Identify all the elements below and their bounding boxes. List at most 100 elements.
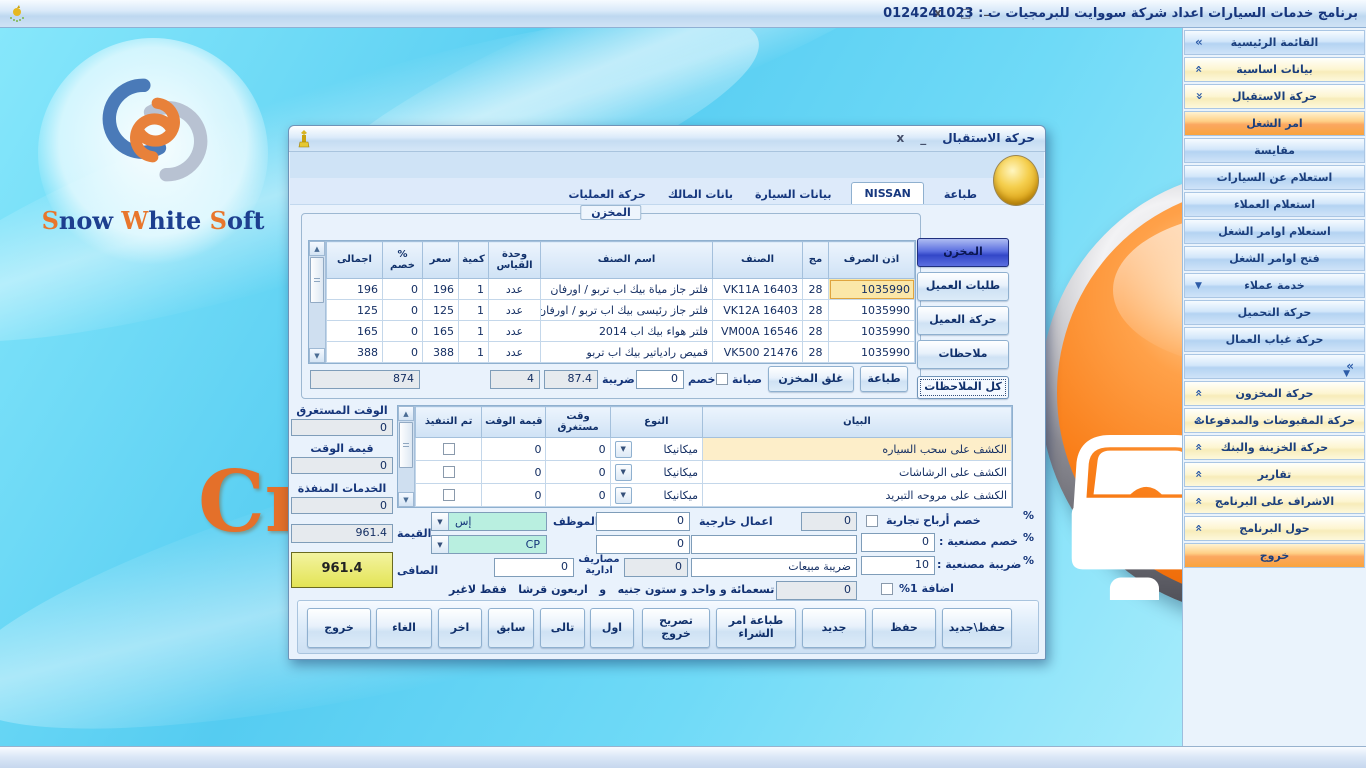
col-store-code[interactable]: مج xyxy=(803,242,829,279)
done-checkbox[interactable] xyxy=(443,466,455,478)
store-view-button[interactable]: المخزن xyxy=(917,238,1009,267)
cell[interactable]: VK12A 16403 xyxy=(713,300,803,321)
sidebar-item-estimate[interactable]: مقايسة xyxy=(1184,138,1365,163)
done-checkbox[interactable] xyxy=(443,489,455,501)
store-row[interactable]: 1035990 28 VK11A 16403 فلتر جاز مياة بيك… xyxy=(327,279,915,300)
cell[interactable]: عدد xyxy=(489,300,541,321)
store-row[interactable]: 1035990 28 VM00A 16546 فلتر هواء بيك اب … xyxy=(327,321,915,342)
dropdown-arrow-icon[interactable]: ▼ xyxy=(432,536,449,553)
store-row[interactable]: 1035990 28 VK500 21476 قميص رادياتير بيك… xyxy=(327,342,915,363)
cell[interactable]: 196 xyxy=(327,279,383,300)
manufacturing-tax-input[interactable]: 10 xyxy=(861,556,935,575)
cell[interactable]: 28 xyxy=(803,342,829,363)
notes-button[interactable]: ملاحظات xyxy=(917,340,1009,369)
col-done[interactable]: تم التنفيذ xyxy=(416,407,482,438)
dropdown-arrow-icon[interactable]: ▼ xyxy=(615,464,632,481)
cell[interactable]: 165 xyxy=(423,321,459,342)
sidebar-item-about-program[interactable]: » حول البرنامج xyxy=(1184,516,1365,541)
dropdown-arrow-icon[interactable]: ▼ xyxy=(615,441,632,458)
dialog-minimize-button[interactable]: _ xyxy=(920,131,926,145)
cell[interactable]: عدد xyxy=(489,342,541,363)
cell[interactable]: 1035990 xyxy=(829,300,915,321)
cell[interactable]: VM00A 16546 xyxy=(713,321,803,342)
cell[interactable]: 388 xyxy=(423,342,459,363)
customer-requests-button[interactable]: طلبات العميل xyxy=(917,272,1009,301)
tab-owner-data[interactable]: بانات المالك xyxy=(666,185,735,204)
gold-circle-button[interactable] xyxy=(993,155,1039,206)
cell[interactable]: 1035990 xyxy=(829,321,915,342)
dialog-close-button[interactable]: x xyxy=(897,131,905,145)
sidebar-item-customer-service[interactable]: ▼ خدمة عملاء xyxy=(1184,273,1365,298)
tab-operations[interactable]: حركة العمليات xyxy=(567,185,648,204)
scroll-thumb[interactable] xyxy=(310,257,324,303)
col-type[interactable]: النوع xyxy=(610,407,702,438)
all-notes-button[interactable]: كل الملاحظات xyxy=(917,376,1009,399)
cell[interactable]: 1 xyxy=(459,279,489,300)
cell[interactable]: 0 xyxy=(482,484,546,507)
cell[interactable]: 0 xyxy=(383,321,423,342)
col-permit[interactable]: اذن الصرف xyxy=(829,242,915,279)
dropdown-arrow-icon[interactable]: ▼ xyxy=(615,487,632,504)
cell[interactable]: 1 xyxy=(459,300,489,321)
sidebar-item-program-supervision[interactable]: » الاشراف على البرنامج xyxy=(1184,489,1365,514)
col-time-value[interactable]: قيمة الوقت xyxy=(482,407,546,438)
operation-row[interactable]: الكشف على سحب السياره ميكانيكا▼ 0 0 xyxy=(416,438,1012,461)
col-qty[interactable]: كمية xyxy=(459,242,489,279)
cell[interactable]: 0 xyxy=(546,461,610,484)
cell[interactable]: 125 xyxy=(423,300,459,321)
type-value[interactable]: ميكانيكا xyxy=(664,489,698,502)
dropdown-arrow-icon[interactable]: ▼ xyxy=(432,513,449,530)
scroll-thumb[interactable] xyxy=(399,422,413,468)
type-value[interactable]: ميكانيكا xyxy=(664,443,698,456)
store-grid-scrollbar[interactable]: ▲ ▼ xyxy=(309,241,326,363)
cell[interactable]: 1035990 xyxy=(829,279,915,300)
new-button[interactable]: جديد xyxy=(802,608,866,648)
cell[interactable]: 0 xyxy=(383,279,423,300)
col-item-name[interactable]: اسم الصنف xyxy=(541,242,713,279)
cell[interactable]: 0 xyxy=(482,461,546,484)
cell[interactable]: 196 xyxy=(423,279,459,300)
external-works-input[interactable]: 0 xyxy=(596,512,690,531)
cell[interactable]: 28 xyxy=(803,300,829,321)
sidebar-item-customer-inquiry[interactable]: استعلام العملاء xyxy=(1184,192,1365,217)
sidebar-item-reception[interactable]: » حركة الاستقبال xyxy=(1184,84,1365,109)
col-statement[interactable]: البيان xyxy=(702,407,1011,438)
col-total[interactable]: اجمالى xyxy=(327,242,383,279)
cell[interactable]: الكشف على مروحه التبريد xyxy=(702,484,1011,507)
sidebar-item-open-work-orders[interactable]: فتح اوامر الشغل xyxy=(1184,246,1365,271)
sidebar-item-main-menu[interactable]: » القائمة الرئيسية xyxy=(1184,30,1365,55)
save-button[interactable]: حفظ xyxy=(872,608,936,648)
tab-brand-nissan[interactable]: NISSAN xyxy=(851,182,923,204)
operations-grid-scrollbar[interactable]: ▲ ▼ xyxy=(398,406,415,507)
cell[interactable]: عدد xyxy=(489,279,541,300)
currency-combo[interactable]: ▼ CP xyxy=(431,535,547,554)
cell[interactable]: عدد xyxy=(489,321,541,342)
cell[interactable]: فلتر جاز رئيسى بيك اب تربو / اورفان xyxy=(541,300,713,321)
operation-row[interactable]: الكشف على مروحه التبريد ميكانيكا ▼ 0 0 xyxy=(416,484,1012,507)
save-new-button[interactable]: حفظ\جديد xyxy=(942,608,1012,648)
cell[interactable]: 0 xyxy=(383,300,423,321)
sidebar-item-car-inquiry[interactable]: استعلام عن السيارات xyxy=(1184,165,1365,190)
cell[interactable]: VK11A 16403 xyxy=(713,279,803,300)
last-record-button[interactable]: اخر xyxy=(438,608,482,648)
sidebar-item-work-orders-inquiry[interactable]: استعلام اوامر الشغل xyxy=(1184,219,1365,244)
employee-combo[interactable]: ▼ إس xyxy=(431,512,547,531)
cell[interactable]: 28 xyxy=(803,279,829,300)
sidebar-item-inventory-movement[interactable]: » حركة المخزون xyxy=(1184,381,1365,406)
sidebar-item-exit[interactable]: خروج xyxy=(1184,543,1365,568)
cell[interactable]: 388 xyxy=(327,342,383,363)
cell[interactable]: VK500 21476 xyxy=(713,342,803,363)
cell[interactable]: 28 xyxy=(803,321,829,342)
exit-button[interactable]: خروج xyxy=(307,608,371,648)
manufacturing-discount-input[interactable]: 0 xyxy=(861,533,935,552)
addition-one-percent-checkbox[interactable] xyxy=(881,583,893,595)
cell[interactable]: 165 xyxy=(327,321,383,342)
previous-record-button[interactable]: سابق xyxy=(488,608,534,648)
col-item-code[interactable]: الصنف xyxy=(713,242,803,279)
cell[interactable]: 1 xyxy=(459,342,489,363)
first-record-button[interactable]: اول xyxy=(590,608,634,648)
next-record-button[interactable]: تالى xyxy=(540,608,585,648)
sidebar-item-loading-movement[interactable]: حركة التحميل xyxy=(1184,300,1365,325)
scroll-down-icon[interactable]: ▼ xyxy=(309,348,325,363)
cell[interactable]: 0 xyxy=(546,484,610,507)
